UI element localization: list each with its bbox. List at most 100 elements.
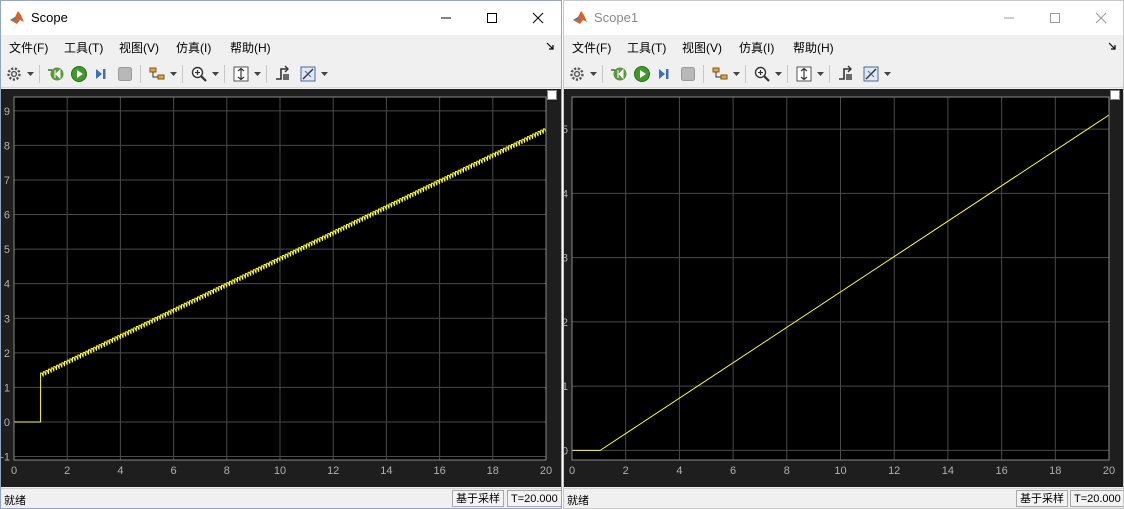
chevron-down-icon[interactable] (170, 72, 177, 77)
y-tick-label: 5 (4, 244, 10, 256)
menu-bar: 文件(F) 工具(T) 视图(V) 仿真(I) 帮助(H) (1, 35, 561, 59)
minimize-icon (1004, 17, 1014, 19)
y-tick-label: 8 (4, 140, 10, 152)
minimize-button[interactable] (986, 1, 1032, 35)
maximize-button[interactable] (469, 1, 515, 35)
menu-help[interactable]: 帮助(H) (793, 39, 834, 56)
chevron-down-icon[interactable] (884, 72, 891, 77)
x-tick-label: 10 (274, 465, 286, 477)
gear-icon[interactable] (568, 65, 586, 83)
gear-icon[interactable] (5, 65, 23, 83)
close-button[interactable] (1078, 1, 1123, 35)
stop-icon[interactable] (116, 65, 134, 83)
run-icon[interactable] (633, 65, 651, 83)
close-button[interactable] (515, 1, 561, 35)
chevron-down-icon[interactable] (27, 72, 34, 77)
plot-area[interactable]: 0 2 4 6 8 10 12 14 16 18 20 -1 0 1 2 3 4 5 6 7 8 9 (1, 89, 561, 487)
y-tick-label: -1 (1, 452, 10, 464)
autoscale-icon[interactable] (232, 65, 250, 83)
menu-tools[interactable]: 工具(T) (627, 39, 666, 56)
trigger-icon[interactable] (274, 65, 292, 83)
matlab-logo-icon (10, 11, 24, 24)
y-tick-label: 4 (4, 279, 10, 291)
x-tick-label: 16 (995, 465, 1007, 477)
menu-bar: 文件(F) 工具(T) 视图(V) 仿真(I) 帮助(H) (564, 35, 1123, 59)
chevron-down-icon[interactable] (733, 72, 740, 77)
chevron-down-icon[interactable] (817, 72, 824, 77)
menu-view[interactable]: 视图(V) (119, 39, 159, 56)
title-bar[interactable]: Scope (1, 1, 561, 35)
title-bar[interactable]: Scope1 (564, 1, 1123, 35)
menu-simulation[interactable]: 仿真(I) (176, 39, 211, 56)
x-tick-label: 4 (676, 465, 682, 477)
y-tick-label: 3 (4, 313, 10, 325)
menu-help[interactable]: 帮助(H) (230, 39, 271, 56)
y-tick-label: 0 (4, 417, 10, 429)
close-icon (532, 12, 544, 24)
autoscale-icon[interactable] (795, 65, 813, 83)
run-icon[interactable] (70, 65, 88, 83)
scope-plot[interactable]: 02468101214161820012345 (564, 89, 1123, 487)
chevron-down-icon[interactable] (775, 72, 782, 77)
expand-axes-button[interactable] (1110, 90, 1120, 100)
cursor-measure-icon[interactable] (299, 65, 317, 83)
menu-tools[interactable]: 工具(T) (64, 39, 103, 56)
plot-area[interactable]: 02468101214161820012345 (564, 89, 1123, 487)
y-tick-label: 1 (564, 381, 568, 393)
status-time: T=20.000 (507, 490, 561, 507)
x-tick-label: 20 (540, 465, 552, 477)
x-tick-label: 0 (569, 465, 575, 477)
zoom-icon[interactable] (190, 65, 208, 83)
undock-arrow-icon[interactable] (545, 41, 555, 51)
x-tick-label: 12 (327, 465, 339, 477)
x-tick-label: 0 (11, 465, 17, 477)
x-tick-label: 10 (834, 465, 846, 477)
scope1-window: Scope1 文件(F) 工具(T) 视图(V) 仿真(I) 帮助(H) 0 2… (563, 0, 1124, 509)
highlight-icon[interactable] (148, 65, 166, 83)
chevron-down-icon[interactable] (590, 72, 597, 77)
chevron-down-icon[interactable] (321, 72, 328, 77)
stop-icon[interactable] (679, 65, 697, 83)
expand-axes-button[interactable] (547, 90, 557, 100)
status-text: 就绪 (567, 495, 589, 507)
y-tick-label: 0 (564, 445, 568, 457)
y-tick-label: 6 (4, 210, 10, 222)
status-mode: 基于采样 (1016, 490, 1068, 507)
scope-plot[interactable]: 0 2 4 6 8 10 12 14 16 18 20-10123456789 (1, 89, 561, 487)
zoom-icon[interactable] (753, 65, 771, 83)
step-forward-icon[interactable] (93, 65, 111, 83)
y-tick-label: 4 (564, 188, 568, 200)
maximize-button[interactable] (1032, 1, 1078, 35)
x-tick-label: 8 (784, 465, 790, 477)
menu-file[interactable]: 文件(F) (9, 39, 48, 56)
minimize-icon (441, 17, 451, 19)
minimize-button[interactable] (423, 1, 469, 35)
y-tick-label: 9 (4, 106, 10, 118)
toolbar (1, 60, 561, 88)
status-bar: 就绪 基于采样 T=20.000 (564, 488, 1123, 508)
x-tick-label: 18 (487, 465, 499, 477)
menu-view[interactable]: 视图(V) (682, 39, 722, 56)
x-tick-label: 20 (1103, 465, 1115, 477)
y-tick-label: 7 (4, 175, 10, 187)
cursor-measure-icon[interactable] (862, 65, 880, 83)
toolbar (564, 60, 1123, 88)
y-tick-label: 3 (564, 253, 568, 265)
step-back-icon[interactable] (47, 65, 65, 83)
maximize-icon (487, 13, 497, 23)
chevron-down-icon[interactable] (212, 72, 219, 77)
step-forward-icon[interactable] (656, 65, 674, 83)
highlight-icon[interactable] (711, 65, 729, 83)
chevron-down-icon[interactable] (254, 72, 261, 77)
x-tick-label: 2 (64, 465, 70, 477)
y-tick-label: 2 (4, 348, 10, 360)
menu-file[interactable]: 文件(F) (572, 39, 611, 56)
step-back-icon[interactable] (610, 65, 628, 83)
undock-arrow-icon[interactable] (1107, 41, 1117, 51)
y-tick-label: 1 (4, 382, 10, 394)
menu-simulation[interactable]: 仿真(I) (739, 39, 774, 56)
x-tick-label: 8 (224, 465, 230, 477)
status-bar: 就绪 基于采样 T=20.000 (1, 488, 561, 508)
trigger-icon[interactable] (837, 65, 855, 83)
x-tick-label: 6 (171, 465, 177, 477)
